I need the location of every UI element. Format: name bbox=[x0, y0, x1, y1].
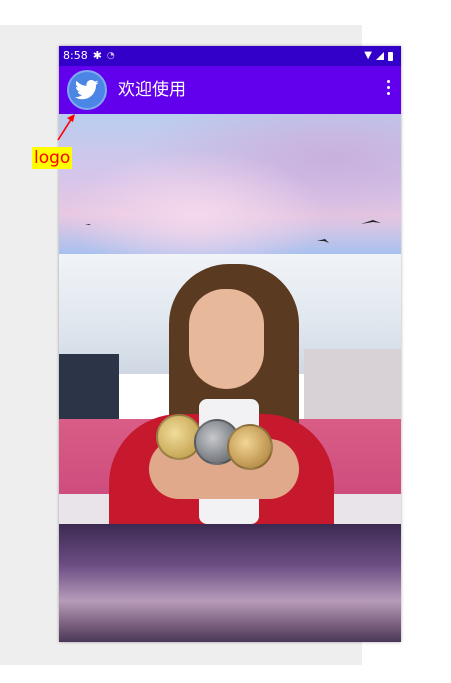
gold-medal bbox=[227, 424, 273, 470]
birds bbox=[85, 220, 381, 243]
app-logo[interactable] bbox=[67, 70, 107, 110]
spectators-right bbox=[304, 349, 401, 419]
app-title: 欢迎使用 bbox=[118, 80, 186, 100]
phone-screen: 8:58 ✱ ◔ ▼ 欢迎使用 bbox=[59, 46, 401, 642]
app-bar: 欢迎使用 bbox=[59, 66, 401, 114]
status-time: 8:58 bbox=[63, 49, 88, 62]
more-vert-icon[interactable] bbox=[387, 80, 391, 95]
battery-icon bbox=[388, 51, 393, 61]
twitter-bird-icon bbox=[75, 80, 99, 100]
wifi-small-icon: ◔ bbox=[106, 51, 115, 61]
signal-icon bbox=[376, 52, 384, 60]
status-bar: 8:58 ✱ ◔ ▼ bbox=[59, 46, 401, 66]
wifi-icon: ▼ bbox=[364, 50, 372, 61]
reflection-area bbox=[59, 524, 401, 642]
page: 8:58 ✱ ◔ ▼ 欢迎使用 logo bbox=[0, 0, 451, 683]
gear-icon: ✱ bbox=[92, 49, 102, 62]
logo-annotation-label: logo bbox=[32, 147, 73, 169]
hero-image bbox=[59, 114, 401, 642]
athlete-face bbox=[189, 289, 264, 389]
